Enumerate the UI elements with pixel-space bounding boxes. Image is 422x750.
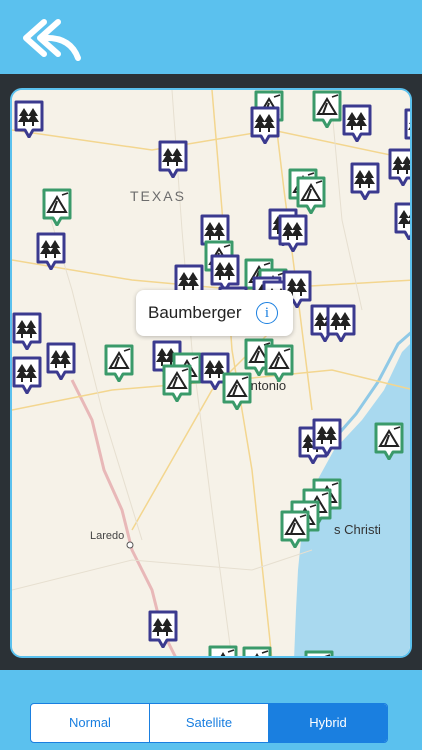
pin-tree-icon[interactable] bbox=[14, 100, 44, 139]
callout-title: Baumberger bbox=[148, 303, 242, 322]
pin-tree-icon[interactable] bbox=[12, 356, 42, 395]
pin-tree-icon[interactable] bbox=[36, 232, 66, 271]
pin-campsite-icon[interactable] bbox=[264, 344, 294, 383]
pin-tree-icon[interactable] bbox=[312, 418, 342, 457]
state-label: TEXAS bbox=[130, 188, 186, 204]
map-callout[interactable]: Baumberger i bbox=[136, 290, 293, 336]
pin-tree-icon[interactable] bbox=[46, 342, 76, 381]
pin-tree-icon[interactable] bbox=[12, 312, 42, 351]
pin-tree-icon[interactable] bbox=[394, 202, 410, 241]
pin-tree-icon[interactable] bbox=[326, 304, 356, 343]
pin-campsite-icon[interactable] bbox=[208, 645, 238, 656]
pin-campsite-icon[interactable] bbox=[280, 510, 310, 549]
map-type-segmented-control: Normal Satellite Hybrid bbox=[30, 703, 388, 743]
segment-normal[interactable]: Normal bbox=[31, 704, 150, 742]
pin-campsite-icon[interactable] bbox=[312, 90, 342, 129]
pin-tree-icon[interactable] bbox=[278, 214, 308, 253]
pin-campsite-icon[interactable] bbox=[42, 188, 72, 227]
pin-campsite-icon[interactable] bbox=[162, 364, 192, 403]
pin-tree-icon[interactable] bbox=[388, 148, 410, 187]
double-back-arrow-icon[interactable] bbox=[22, 18, 82, 62]
city-label-corpus-christi: s Christi bbox=[334, 522, 381, 537]
top-navigation-bar bbox=[0, 0, 422, 74]
segment-satellite[interactable]: Satellite bbox=[150, 704, 269, 742]
pin-campsite-icon[interactable] bbox=[104, 344, 134, 383]
map-view[interactable]: TEXAS n Antonio s Christi Laredo Baumber… bbox=[10, 88, 412, 658]
pin-campsite-icon[interactable] bbox=[296, 176, 326, 215]
segment-hybrid[interactable]: Hybrid bbox=[269, 704, 387, 742]
pin-tree-icon[interactable] bbox=[158, 140, 188, 179]
pin-tree-icon[interactable] bbox=[404, 108, 410, 146]
city-label-laredo: Laredo bbox=[90, 530, 125, 542]
pin-campsite-icon[interactable] bbox=[374, 422, 404, 461]
pin-campsite-icon[interactable] bbox=[222, 372, 252, 411]
info-icon[interactable]: i bbox=[256, 302, 278, 324]
pin-tree-icon[interactable] bbox=[250, 106, 280, 145]
pin-campsite-icon[interactable] bbox=[304, 650, 334, 656]
pin-tree-icon[interactable] bbox=[148, 610, 178, 649]
pin-tree-icon[interactable] bbox=[350, 162, 380, 201]
pin-campsite-icon[interactable] bbox=[242, 646, 272, 656]
pin-tree-icon[interactable] bbox=[342, 104, 372, 143]
